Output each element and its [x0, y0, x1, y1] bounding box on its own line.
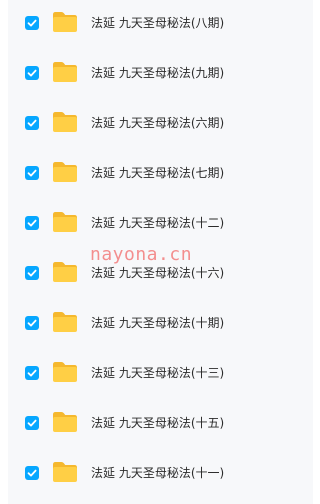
row-checkbox[interactable] [25, 116, 39, 130]
file-row[interactable]: 法延 九天圣母秘法(六期) [8, 100, 313, 150]
folder-icon [52, 311, 78, 333]
file-row[interactable]: 法延 九天圣母秘法(十三) [8, 350, 313, 400]
row-checkbox[interactable] [25, 316, 39, 330]
folder-icon [52, 11, 78, 33]
row-checkbox[interactable] [25, 466, 39, 480]
file-row[interactable]: 法延 九天圣母秘法(十五) [8, 400, 313, 450]
row-checkbox[interactable] [25, 166, 39, 180]
file-name[interactable]: 法延 九天圣母秘法(九期) [91, 64, 224, 82]
file-row[interactable]: 法延 九天圣母秘法(九期) [8, 50, 313, 100]
folder-icon [52, 361, 78, 383]
row-checkbox[interactable] [25, 416, 39, 430]
file-row[interactable]: 法延 九天圣母秘法(八期) [8, 0, 313, 50]
folder-icon [52, 261, 78, 283]
row-checkbox[interactable] [25, 66, 39, 80]
file-name[interactable]: 法延 九天圣母秘法(七期) [91, 164, 224, 182]
file-name[interactable]: 法延 九天圣母秘法(十三) [91, 364, 224, 382]
file-row[interactable]: 法延 九天圣母秘法(十一) [8, 450, 313, 500]
file-name[interactable]: 法延 九天圣母秘法(六期) [91, 114, 224, 132]
folder-icon [52, 111, 78, 133]
file-row[interactable]: 法延 九天圣母秘法(七期) [8, 150, 313, 200]
row-checkbox[interactable] [25, 16, 39, 30]
file-row[interactable]: 法延 九天圣母秘法(十期) [8, 300, 313, 350]
file-name[interactable]: 法延 九天圣母秘法(十六) [91, 264, 224, 282]
folder-icon [52, 61, 78, 83]
watermark: nayona.cn [90, 244, 193, 265]
row-checkbox[interactable] [25, 266, 39, 280]
folder-icon [52, 161, 78, 183]
file-name[interactable]: 法延 九天圣母秘法(十五) [91, 414, 224, 432]
file-name[interactable]: 法延 九天圣母秘法(八期) [91, 14, 224, 32]
file-row[interactable]: 法延 九天圣母秘法(十二) [8, 200, 313, 250]
folder-icon [52, 461, 78, 483]
folder-icon [52, 411, 78, 433]
file-name[interactable]: 法延 九天圣母秘法(十一) [91, 464, 224, 482]
file-name[interactable]: 法延 九天圣母秘法(十期) [91, 314, 224, 332]
file-name[interactable]: 法延 九天圣母秘法(十二) [91, 214, 224, 232]
row-checkbox[interactable] [25, 216, 39, 230]
folder-icon [52, 211, 78, 233]
row-checkbox[interactable] [25, 366, 39, 380]
